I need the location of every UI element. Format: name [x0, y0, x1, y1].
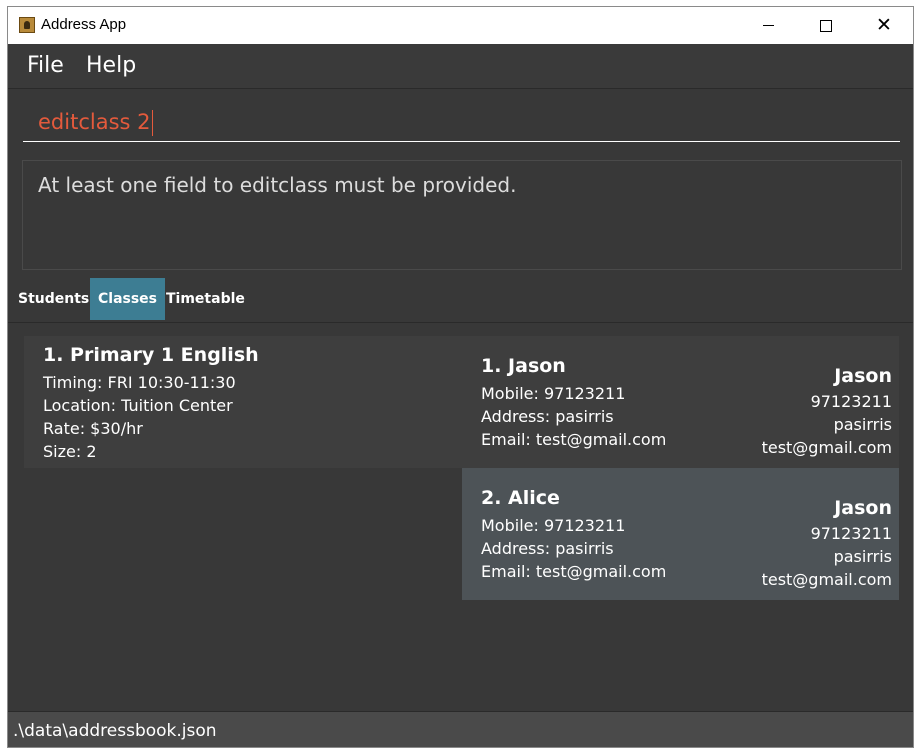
tab-bar: Students Classes Timetable [8, 277, 913, 323]
status-bar: .\data\addressbook.json [8, 711, 913, 747]
class-card[interactable]: 1. Primary 1 English Timing: FRI 10:30-1… [24, 336, 462, 468]
student-address-right: pasirris [833, 547, 892, 566]
app-icon [19, 17, 35, 33]
desktop-background [0, 0, 7, 755]
minimize-button[interactable] [739, 7, 797, 44]
command-text: editclass 2 [38, 110, 151, 134]
result-display: At least one field to editclass must be … [22, 160, 902, 270]
student-phone-right: 97123211 [810, 524, 892, 543]
close-button[interactable]: ✕ [855, 7, 913, 44]
student-phone-right: 97123211 [810, 392, 892, 411]
title-bar: Address App ✕ [8, 7, 913, 44]
menu-bar: File Help [8, 44, 913, 89]
student-email-right: test@gmail.com [761, 570, 892, 589]
classes-panel: 1. Primary 1 English Timing: FRI 10:30-1… [8, 323, 913, 711]
tab-students[interactable]: Students [10, 278, 97, 320]
minimize-icon [762, 25, 774, 26]
maximize-button[interactable] [797, 7, 855, 44]
student-title: 2. Alice [481, 487, 560, 509]
menu-help[interactable]: Help [86, 53, 136, 78]
tab-classes[interactable]: Classes [90, 278, 166, 320]
class-location: Location: Tuition Center [43, 396, 233, 415]
command-input[interactable]: editclass 2 [23, 102, 900, 142]
student-email-right: test@gmail.com [761, 438, 892, 457]
student-address-right: pasirris [833, 415, 892, 434]
class-size: Size: 2 [43, 442, 97, 461]
student-email: Email: test@gmail.com [481, 430, 667, 449]
student-address: Address: pasirris [481, 407, 614, 426]
close-icon: ✕ [876, 14, 892, 36]
student-name-right: Jason [834, 497, 892, 519]
student-card-selected[interactable]: 2. Alice Mobile: 97123211 Address: pasir… [462, 468, 899, 600]
class-timing: Timing: FRI 10:30-11:30 [43, 373, 236, 392]
student-name-right: Jason [834, 365, 892, 387]
student-mobile: Mobile: 97123211 [481, 384, 626, 403]
class-title: 1. Primary 1 English [43, 344, 259, 366]
window-title: Address App [41, 16, 127, 33]
class-rate: Rate: $30/hr [43, 419, 143, 438]
menu-file[interactable]: File [27, 53, 64, 78]
app-window: Address App ✕ File Help editclass 2 At l… [7, 6, 914, 748]
maximize-icon [820, 19, 832, 32]
student-card[interactable]: 1. Jason Mobile: 97123211 Address: pasir… [462, 336, 899, 468]
text-caret [151, 110, 153, 136]
student-mobile: Mobile: 97123211 [481, 516, 626, 535]
save-location: .\data\addressbook.json [13, 721, 217, 741]
student-address: Address: pasirris [481, 539, 614, 558]
command-box: editclass 2 [8, 89, 913, 157]
result-message: At least one field to editclass must be … [38, 173, 517, 197]
student-title: 1. Jason [481, 355, 566, 377]
tab-timetable[interactable]: Timetable [158, 278, 253, 320]
student-email: Email: test@gmail.com [481, 562, 667, 581]
